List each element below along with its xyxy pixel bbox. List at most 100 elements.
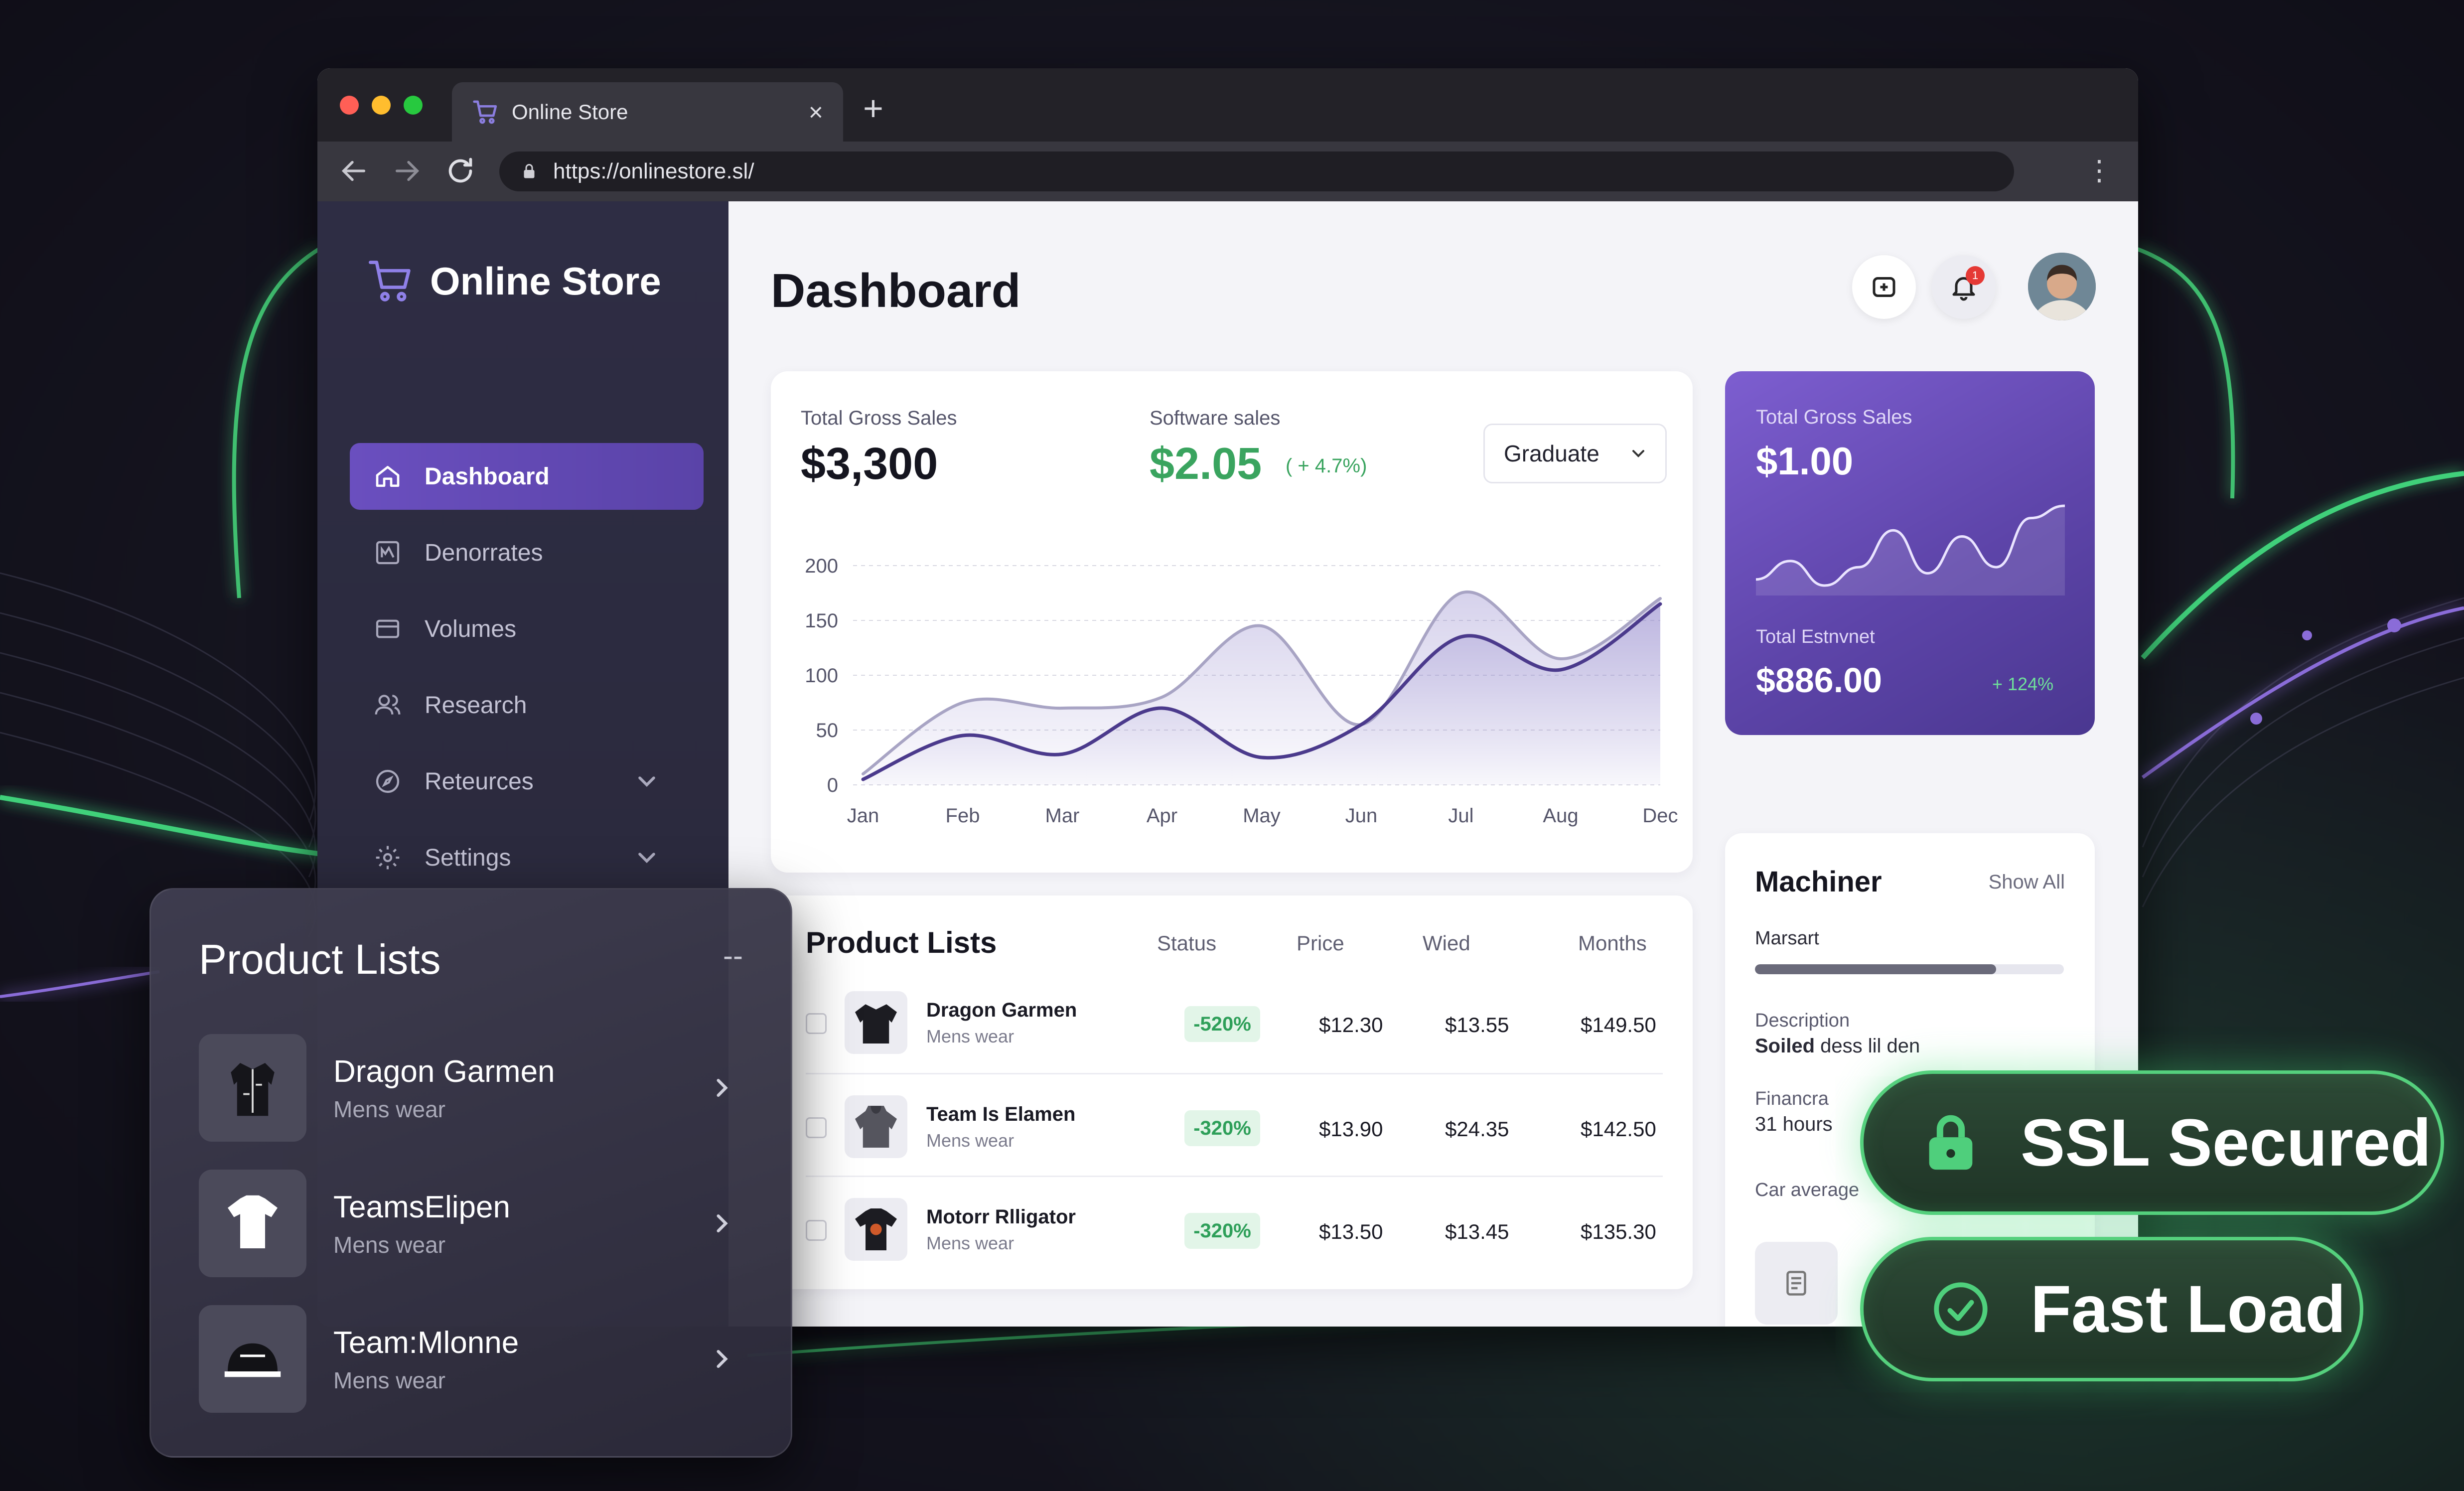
table-row[interactable]: Team Is Elamen Mens wear -320% $13.90 $2… (806, 1073, 1663, 1176)
status-badge: -320% (1184, 1110, 1260, 1146)
promo-delta: + 124% (1992, 674, 2054, 694)
sidebar-item-dashboard[interactable]: Dashboard (350, 443, 704, 510)
products-title: Product Lists (806, 926, 997, 959)
list-item[interactable]: Team:Mlonne Mens wear (199, 1305, 752, 1413)
status-badge: -520% (1184, 1006, 1260, 1042)
table-row[interactable]: Motorr Rlligator Mens wear -320% $13.50 … (806, 1176, 1663, 1278)
check-circle-icon (1934, 1282, 1988, 1336)
promo-label: Total Gross Sales (1756, 406, 1912, 428)
description-value: Soiled dess lil den (1755, 1035, 1920, 1057)
chevron-down-icon[interactable] (633, 844, 661, 872)
column-months[interactable]: Months (1578, 931, 1647, 955)
y-tick-label: 100 (805, 665, 838, 687)
chart-box-icon (376, 541, 400, 565)
chevron-right-icon[interactable] (707, 1208, 737, 1238)
product-category: Mens wear (333, 1232, 445, 1258)
machiner-title: Machiner (1755, 866, 1882, 898)
ssl-secured-badge: SSL Secured (1860, 1070, 2444, 1215)
url-text: https://onlinestore.sl/ (553, 159, 754, 183)
description-label: Description (1755, 1010, 1850, 1031)
show-all-link[interactable]: Show All (1989, 871, 2065, 894)
x-tick-label: Mar (1045, 805, 1080, 827)
document-button[interactable] (1755, 1242, 1838, 1325)
sidebar-item-label: Volumes (425, 615, 517, 642)
description-value-rest: dess lil den (1815, 1035, 1920, 1057)
list-item[interactable]: Dragon Garmen Mens wear (199, 1034, 752, 1142)
forward-icon[interactable] (390, 153, 425, 188)
avatar[interactable] (2028, 253, 2096, 320)
sidebar-item-research[interactable]: Research (350, 672, 704, 739)
promo-card: Total Gross Sales $1.00 Total Estnvnet $… (1725, 371, 2095, 735)
sidebar-item-volumes[interactable]: Volumes (350, 596, 704, 662)
table-row[interactable]: Dragon Garmen Mens wear -520% $12.30 $13… (806, 970, 1663, 1073)
ssl-secured-text: SSL Secured (2021, 1105, 2432, 1180)
window-controls (340, 96, 423, 115)
wallet-button[interactable] (1852, 255, 1916, 319)
close-tab-icon[interactable]: × (809, 100, 823, 125)
tab-title: Online Store (512, 100, 628, 124)
sidebar-item-settings[interactable]: Settings (350, 824, 704, 891)
close-window-button[interactable] (340, 96, 359, 115)
reload-icon[interactable] (443, 153, 478, 188)
card-icon (376, 619, 400, 638)
promo-sub-label: Total Estnvnet (1756, 626, 1875, 647)
sidebar-item-label: Research (425, 692, 527, 719)
column-price[interactable]: Price (1297, 931, 1344, 955)
list-item[interactable]: TeamsElipen Mens wear (199, 1170, 752, 1277)
sidebar-item-reteurces[interactable]: Reteurces (350, 748, 704, 815)
maximize-window-button[interactable] (404, 96, 423, 115)
cart-icon (369, 261, 411, 301)
x-tick-label: Jun (1345, 805, 1378, 827)
url-field[interactable]: https://onlinestore.sl/ (499, 151, 2014, 191)
jacket-icon (855, 1004, 897, 1044)
price-cell: $13.50 (1319, 1220, 1383, 1243)
sparkline-chart (1756, 504, 2065, 596)
product-thumbnail (845, 1198, 907, 1261)
wied-cell: $24.35 (1445, 1117, 1509, 1141)
tab-bar: Online Store × + (317, 68, 2138, 142)
notifications-button[interactable]: 1 (1932, 255, 1996, 319)
compass-icon (376, 769, 400, 793)
jacket-icon (231, 1063, 275, 1116)
column-wied[interactable]: Wied (1423, 931, 1470, 955)
product-name: Team Is Elamen (926, 1103, 1076, 1125)
row-checkbox[interactable] (806, 1117, 827, 1138)
chevron-right-icon[interactable] (707, 1344, 737, 1374)
x-tick-label: May (1243, 805, 1281, 827)
product-thumbnail (199, 1170, 306, 1277)
x-tick-label: Apr (1147, 805, 1177, 827)
browser-menu-icon[interactable]: ⋮ (2085, 156, 2113, 184)
progress-label: Marsart (1755, 928, 1819, 949)
minimize-window-button[interactable] (372, 96, 391, 115)
column-status[interactable]: Status (1157, 931, 1216, 955)
brand[interactable]: Online Store (366, 256, 661, 306)
months-cell: $142.50 (1581, 1117, 1656, 1141)
financra-value: 31 hours (1755, 1113, 1833, 1135)
notification-badge: 1 (1966, 266, 1985, 285)
promo-value: $1.00 (1756, 439, 1854, 483)
months-cell: $149.50 (1581, 1013, 1656, 1037)
progress-fill (1755, 964, 1996, 974)
more-options-icon[interactable]: -- (723, 938, 743, 973)
row-checkbox[interactable] (806, 1220, 827, 1241)
product-thumbnail (199, 1305, 306, 1413)
panel-title: Product Lists (199, 936, 441, 983)
x-tick-label: Feb (946, 805, 980, 827)
product-category: Mens wear (926, 1130, 1015, 1151)
lock-icon (524, 164, 535, 178)
chevron-down-icon[interactable] (633, 767, 661, 795)
new-tab-button[interactable]: + (863, 88, 883, 128)
document-icon (1786, 1271, 1806, 1296)
product-category: Mens wear (926, 1026, 1015, 1046)
sidebar-item-denorrates[interactable]: Denorrates (350, 519, 704, 586)
product-thumbnail (845, 1095, 907, 1158)
user-photo (2028, 253, 2096, 320)
y-tick-label: 0 (827, 774, 838, 796)
chevron-right-icon[interactable] (707, 1073, 737, 1103)
browser-tab[interactable]: Online Store × (452, 82, 843, 142)
sidebar-item-label: Dashboard (425, 463, 550, 490)
row-checkbox[interactable] (806, 1013, 827, 1034)
back-icon[interactable] (336, 153, 371, 188)
tshirt-icon (228, 1195, 278, 1248)
fast-load-badge: Fast Load (1860, 1237, 2363, 1381)
